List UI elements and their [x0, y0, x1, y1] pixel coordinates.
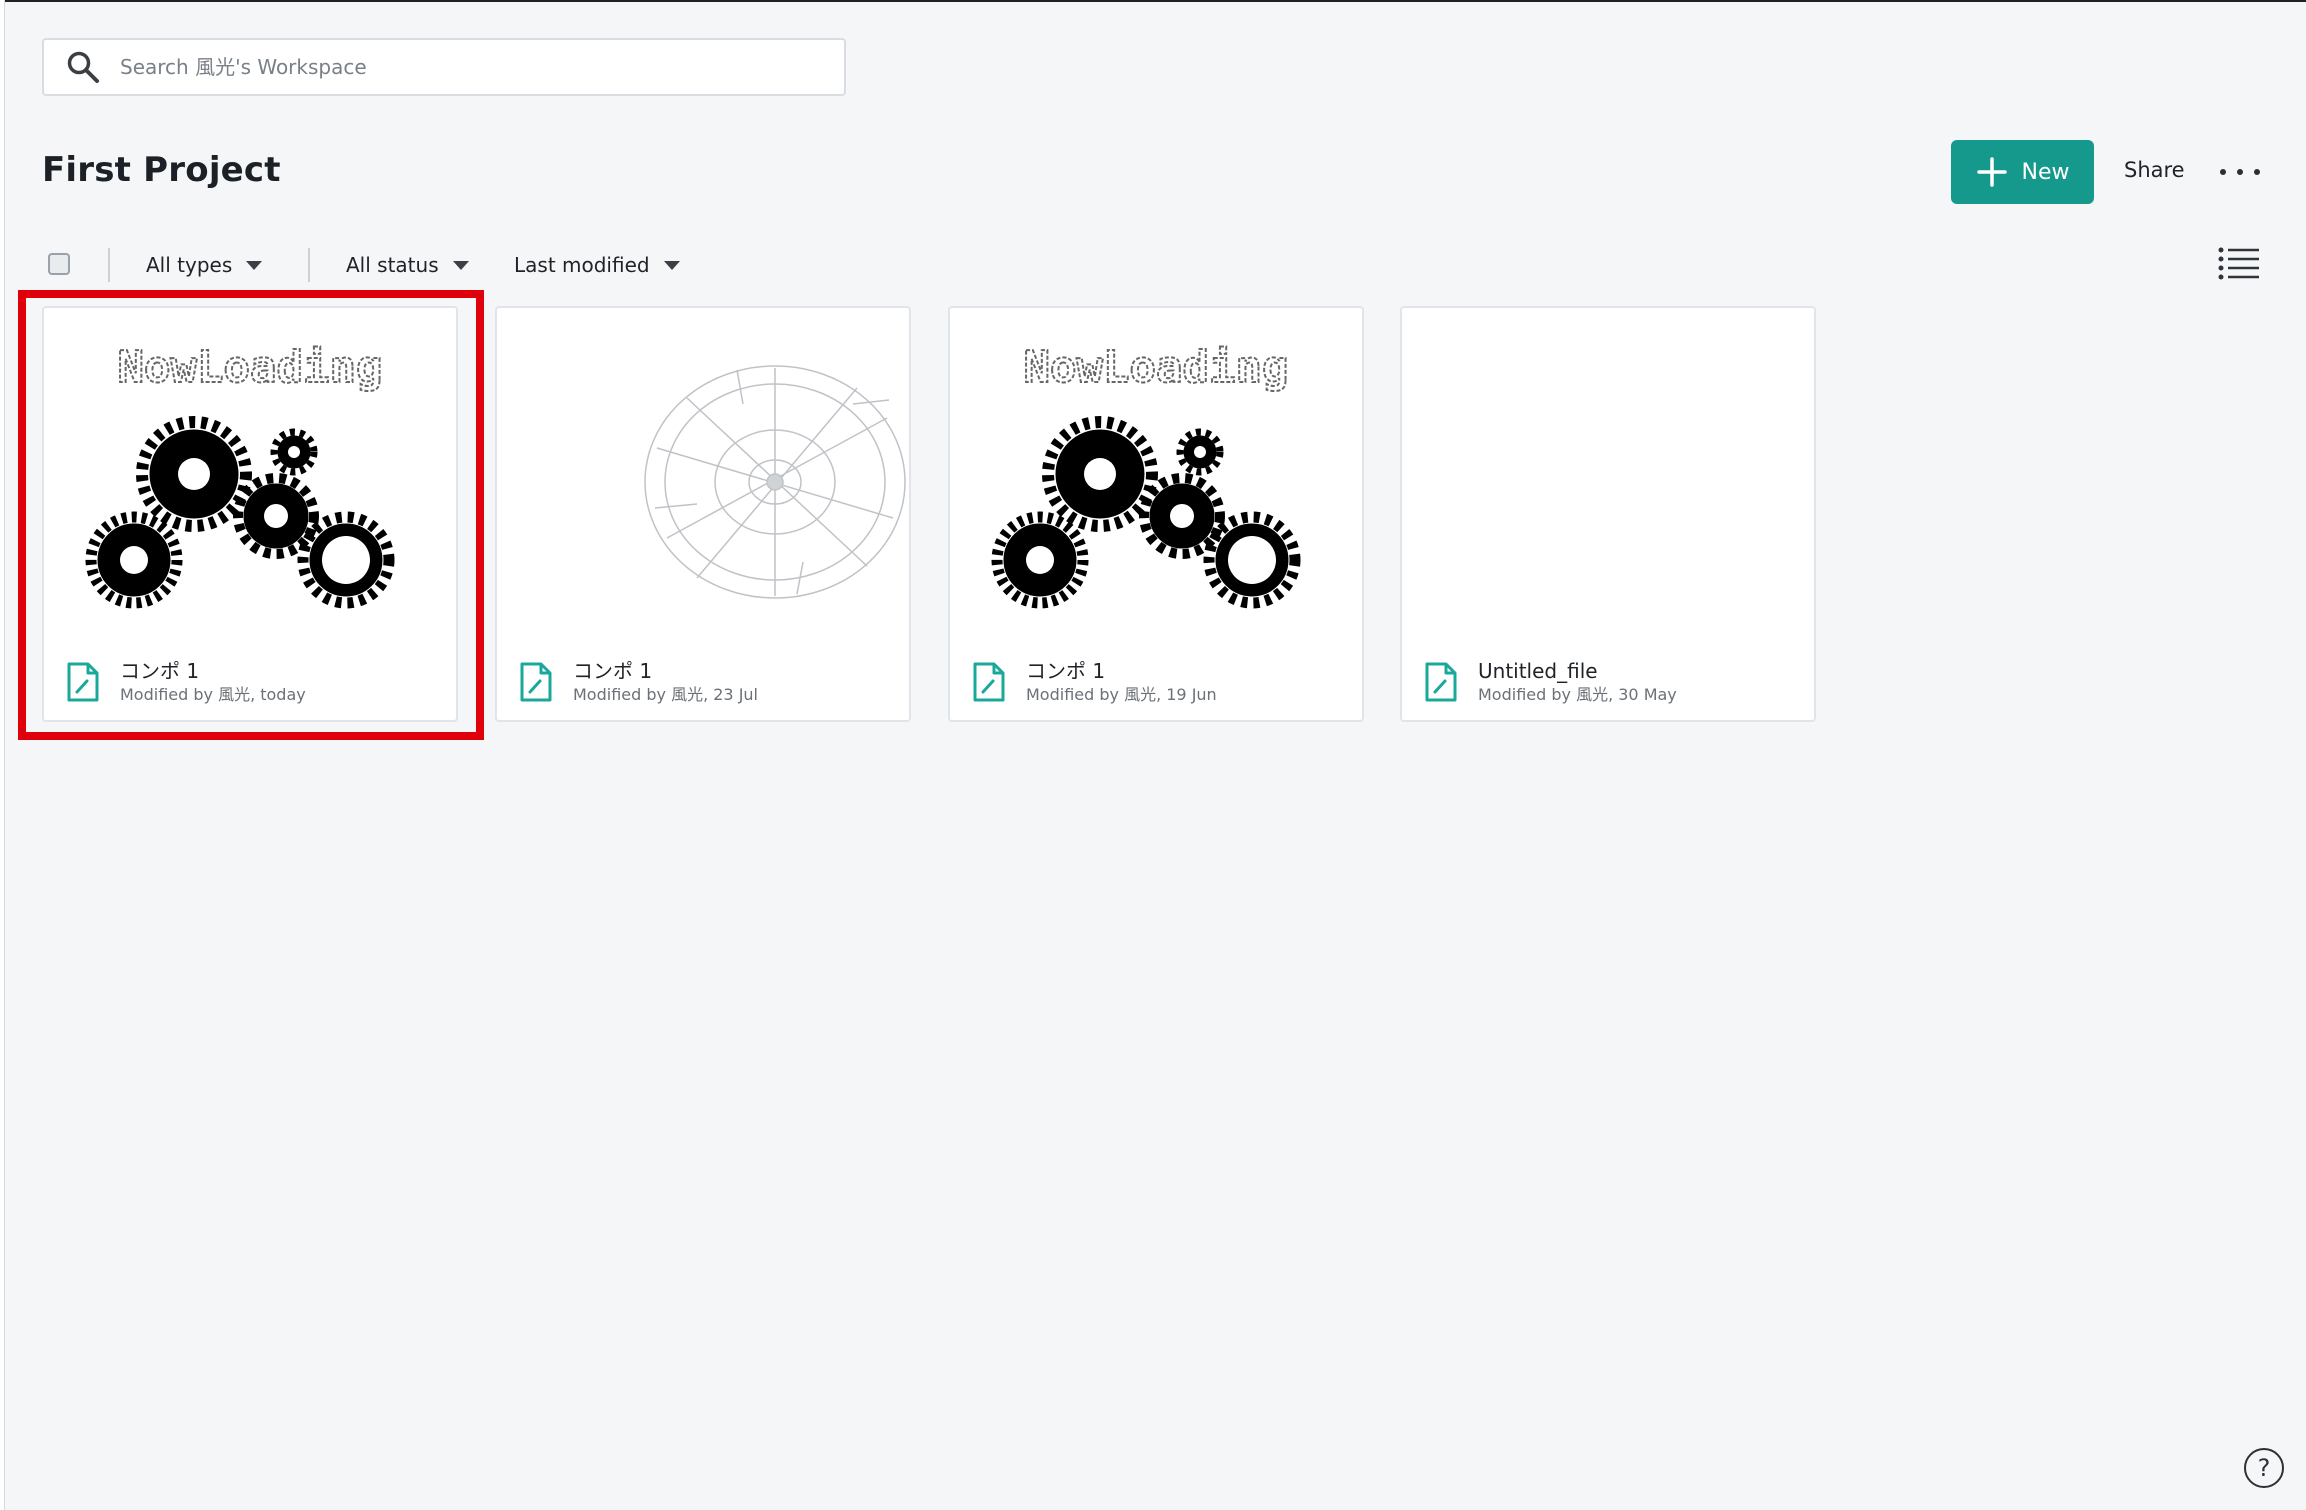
file-modified: Modified by 風光, 30 May	[1478, 685, 1677, 704]
select-all-checkbox[interactable]	[48, 253, 70, 275]
status-filter-label: All status	[346, 253, 439, 277]
design-file-icon	[519, 661, 553, 703]
file-modified: Modified by 風光, 19 Jun	[1026, 685, 1217, 704]
clock-sketch-thumbnail	[644, 365, 906, 599]
toolbar-divider	[108, 248, 110, 282]
blank-thumbnail	[1402, 308, 1814, 628]
file-name: Untitled_file	[1478, 659, 1598, 683]
file-card[interactable]: コンポ 1 Modified by 風光, 23 Jul	[495, 306, 911, 722]
sort-label: Last modified	[514, 253, 650, 277]
file-name: コンポ 1	[1026, 659, 1106, 683]
more-options-icon[interactable]	[2220, 158, 2260, 186]
now-loading-gears-thumbnail	[950, 308, 1362, 628]
design-file-icon	[1424, 661, 1458, 703]
window-top-border	[0, 0, 2306, 2]
list-view-icon[interactable]	[2218, 246, 2260, 280]
new-button-label: New	[2021, 159, 2070, 185]
chevron-down-icon	[663, 260, 680, 270]
file-name: コンポ 1	[573, 659, 653, 683]
share-button[interactable]: Share	[2124, 158, 2185, 182]
chevron-down-icon	[246, 260, 263, 270]
type-filter-dropdown[interactable]: All types	[146, 250, 263, 280]
search-icon	[66, 50, 100, 84]
new-button[interactable]: New	[1951, 140, 2094, 204]
file-card[interactable]: コンポ 1 Modified by 風光, 19 Jun	[948, 306, 1364, 722]
file-modified: Modified by 風光, 23 Jul	[573, 685, 758, 704]
file-name: コンポ 1	[120, 659, 200, 683]
search-bar[interactable]	[42, 38, 846, 96]
chevron-down-icon	[452, 260, 469, 270]
search-input[interactable]	[118, 54, 802, 80]
toolbar-divider	[308, 248, 310, 282]
file-card[interactable]: Untitled_file Modified by 風光, 30 May	[1400, 306, 1816, 722]
file-modified: Modified by 風光, today	[120, 685, 306, 704]
status-filter-dropdown[interactable]: All status	[346, 250, 469, 280]
type-filter-label: All types	[146, 253, 233, 277]
window-left-border	[0, 0, 5, 1510]
design-file-icon	[972, 661, 1006, 703]
sort-dropdown[interactable]: Last modified	[514, 250, 680, 280]
file-card[interactable]: コンポ 1 Modified by 風光, today	[42, 306, 458, 722]
design-file-icon	[66, 661, 100, 703]
plus-icon	[1976, 157, 2007, 187]
help-button[interactable]: ?	[2244, 1448, 2284, 1488]
page-title: First Project	[42, 150, 281, 190]
now-loading-gears-thumbnail	[44, 308, 456, 628]
